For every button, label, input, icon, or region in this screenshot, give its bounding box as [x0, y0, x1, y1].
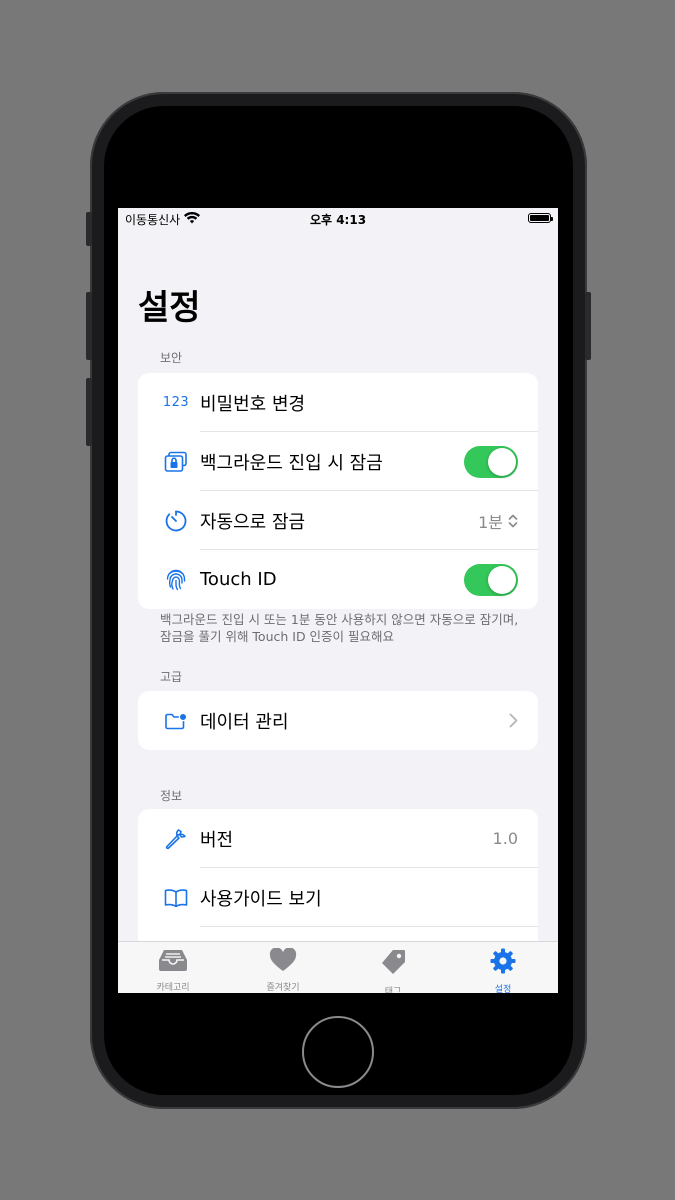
tag-icon: [379, 948, 407, 980]
user-guide-label: 사용가이드 보기: [200, 888, 322, 910]
row-data-management[interactable]: 데이터 관리: [138, 691, 538, 750]
row-version: 버전 1.0: [138, 809, 538, 868]
tab-tags[interactable]: 태그: [338, 942, 448, 993]
tab-bar: 카테고리 즐겨찾기 태그 설정: [118, 941, 558, 993]
info-card: 버전 1.0 사용가이드 보기: [138, 809, 538, 949]
background-lock-label: 백그라운드 진입 시 잠금: [200, 452, 383, 474]
gear-icon: [490, 948, 516, 978]
volume-down-button: [86, 378, 92, 446]
change-password-label: 비밀번호 변경: [200, 393, 306, 415]
background-lock-toggle[interactable]: [464, 445, 518, 478]
tray-icon: [158, 948, 188, 976]
tab-favorites-label: 즐겨찾기: [266, 983, 300, 993]
heart-icon: [269, 947, 297, 976]
tab-favorites[interactable]: 즐겨찾기: [228, 942, 338, 993]
toggle-knob: [488, 565, 516, 594]
mute-switch: [86, 212, 92, 246]
power-button: [585, 292, 591, 360]
auto-lock-value: 1분: [478, 512, 503, 532]
battery-icon: [528, 213, 553, 223]
touch-id-toggle[interactable]: [464, 563, 518, 596]
volume-up-button: [86, 292, 92, 360]
status-time: 오후 4:13: [309, 213, 367, 227]
row-change-password[interactable]: 123 비밀번호 변경: [138, 373, 538, 432]
status-bar: 이동통신사 오후 4:13: [118, 208, 558, 228]
separator: [200, 926, 538, 927]
tab-settings-label: 설정: [494, 985, 512, 993]
page-title: 설정: [138, 288, 201, 328]
screen: 이동통신사 오후 4:13 설정 보안 123 비밀번호 변경 백그라운드 진입…: [118, 208, 558, 993]
advanced-card: 데이터 관리: [138, 691, 538, 750]
auto-lock-label: 자동으로 잠금: [200, 511, 306, 533]
security-card: 123 비밀번호 변경 백그라운드 진입 시 잠금 자동으로 잠금 1분 Tou…: [138, 373, 538, 609]
tab-category-label: 카테고리: [156, 983, 190, 993]
book-icon: [163, 885, 189, 911]
touch-id-label: Touch ID: [200, 569, 277, 590]
tab-settings[interactable]: 설정: [448, 942, 558, 993]
timer-icon: [163, 508, 189, 534]
chevron-right-icon: [509, 713, 518, 728]
row-auto-lock[interactable]: 자동으로 잠금 1분: [138, 491, 538, 550]
section-header-info: 정보: [160, 789, 183, 803]
tab-tags-label: 태그: [384, 987, 402, 993]
home-button[interactable]: [302, 1016, 374, 1088]
123-icon-text: 123: [162, 395, 190, 410]
chevron-up-down-icon: [508, 514, 518, 528]
fingerprint-icon: [163, 567, 189, 593]
lock-screen-icon: [163, 449, 189, 475]
security-footer-text: 백그라운드 진입 시 또는 1분 동안 사용하지 않으면 자동으로 잠기며, 잠…: [160, 612, 519, 644]
section-header-advanced: 고급: [160, 670, 183, 684]
row-touch-id: Touch ID: [138, 550, 538, 609]
tab-category[interactable]: 카테고리: [118, 942, 228, 993]
toggle-knob: [488, 447, 516, 476]
folder-gear-icon: [163, 708, 189, 734]
section-header-security: 보안: [160, 351, 183, 365]
123-icon: 123: [163, 390, 189, 416]
wrench-icon: [163, 826, 189, 852]
version-label: 버전: [200, 829, 234, 851]
row-background-lock: 백그라운드 진입 시 잠금: [138, 432, 538, 491]
version-value: 1.0: [492, 829, 518, 848]
data-management-label: 데이터 관리: [200, 711, 289, 733]
row-user-guide[interactable]: 사용가이드 보기: [138, 868, 538, 927]
